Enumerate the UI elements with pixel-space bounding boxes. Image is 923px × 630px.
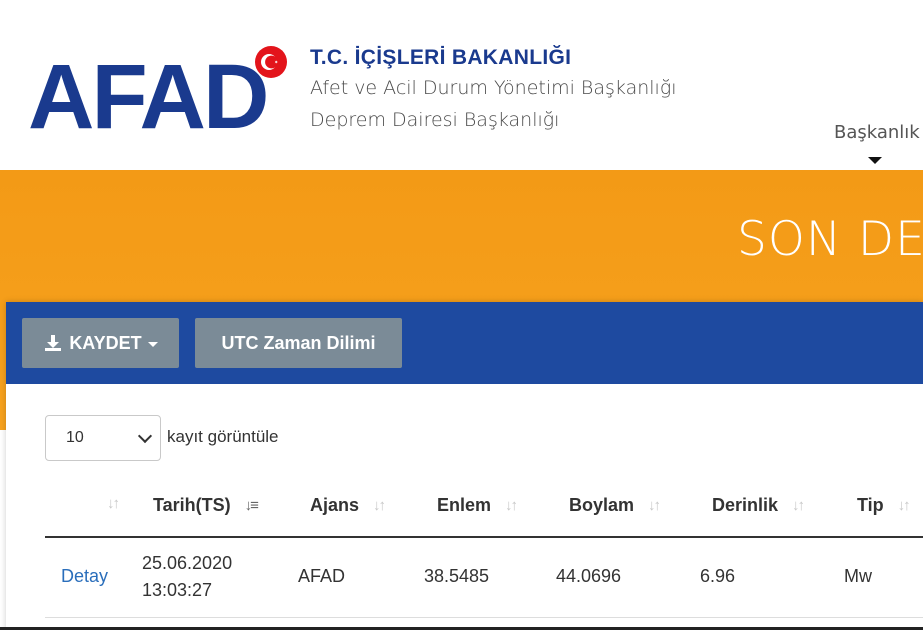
cell-depth: 6.96 (700, 566, 736, 586)
page-length-value: 10 (66, 429, 84, 446)
table-row: Detay 25.06.2020 13:03:27 AFAD 38.5485 4… (45, 538, 923, 618)
sort-icon: ↓↑ (373, 497, 386, 514)
toolbar: KAYDET UTC Zaman Dilimi (6, 302, 923, 384)
caret-down-icon (868, 157, 882, 164)
cell-agency: AFAD (298, 566, 346, 586)
nav-item-baskanlik[interactable]: Başkanlık (834, 122, 920, 143)
afad-logo[interactable]: AFAD (28, 46, 298, 148)
sort-icon: ↓↑ (505, 497, 518, 514)
save-button-label: KAYDET (69, 332, 142, 353)
organization-info: T.C. İÇİŞLERİ BAKANLIĞI Afet ve Acil Dur… (310, 44, 677, 136)
cell-date: 25.06.2020 (142, 553, 233, 573)
column-header-depth[interactable]: Derinlik ↓↑ (712, 495, 805, 516)
logo-text: AFAD (28, 46, 269, 148)
detail-link[interactable]: Detay (61, 566, 108, 587)
column-header-type[interactable]: Tip ↓↑ (857, 495, 911, 516)
page-length-label: kayıt görüntüle (167, 427, 279, 446)
chevron-down-icon (137, 428, 153, 444)
ministry-title: T.C. İÇİŞLERİ BAKANLIĞI (310, 46, 572, 69)
sort-icon: ↓↑ (648, 497, 661, 514)
caret-down-icon (147, 341, 158, 347)
page-length-select[interactable]: 10 (45, 415, 161, 461)
column-header-agency[interactable]: Ajans ↓↑ (310, 495, 386, 516)
cell-time: 13:03:27 (142, 580, 213, 600)
agency-name: Afet ve Acil Durum Yönetimi Başkanlığı (310, 77, 677, 99)
download-icon (43, 333, 63, 353)
sort-icon: ↓↑ (792, 497, 805, 514)
earthquake-table: ↓↑ Tarih(TS) ↓≡ Ajans ↓↑ Enlem ↓↑ Boylam… (45, 478, 923, 618)
column-header-detail[interactable]: ↓↑ (93, 495, 120, 512)
column-header-longitude[interactable]: Boylam ↓↑ (569, 495, 661, 516)
utc-timezone-button[interactable]: UTC Zaman Dilimi (195, 318, 402, 368)
sort-icon: ↓↑ (107, 495, 120, 512)
column-header-date[interactable]: Tarih(TS) ↓≡ (153, 495, 259, 516)
department-name: Deprem Dairesi Başkanlığı (310, 109, 560, 131)
table-header: ↓↑ Tarih(TS) ↓≡ Ajans ↓↑ Enlem ↓↑ Boylam… (45, 478, 923, 538)
cell-latitude: 38.5485 (424, 566, 490, 586)
cell-type: Mw (844, 566, 872, 586)
sort-icon: ↓↑ (897, 497, 911, 514)
sort-desc-icon: ↓≡ (244, 497, 259, 514)
turkish-flag-icon (255, 46, 287, 78)
site-header: AFAD T.C. İÇİŞLERİ BAKANLIĞI Afet ve Aci… (0, 0, 923, 170)
earthquake-list-card: KAYDET UTC Zaman Dilimi 10 kayıt görüntü… (6, 302, 923, 630)
cell-longitude: 44.0696 (556, 566, 622, 586)
column-header-latitude[interactable]: Enlem ↓↑ (437, 495, 518, 516)
banner-title: SON DEP (737, 212, 923, 267)
save-button[interactable]: KAYDET (22, 318, 179, 368)
